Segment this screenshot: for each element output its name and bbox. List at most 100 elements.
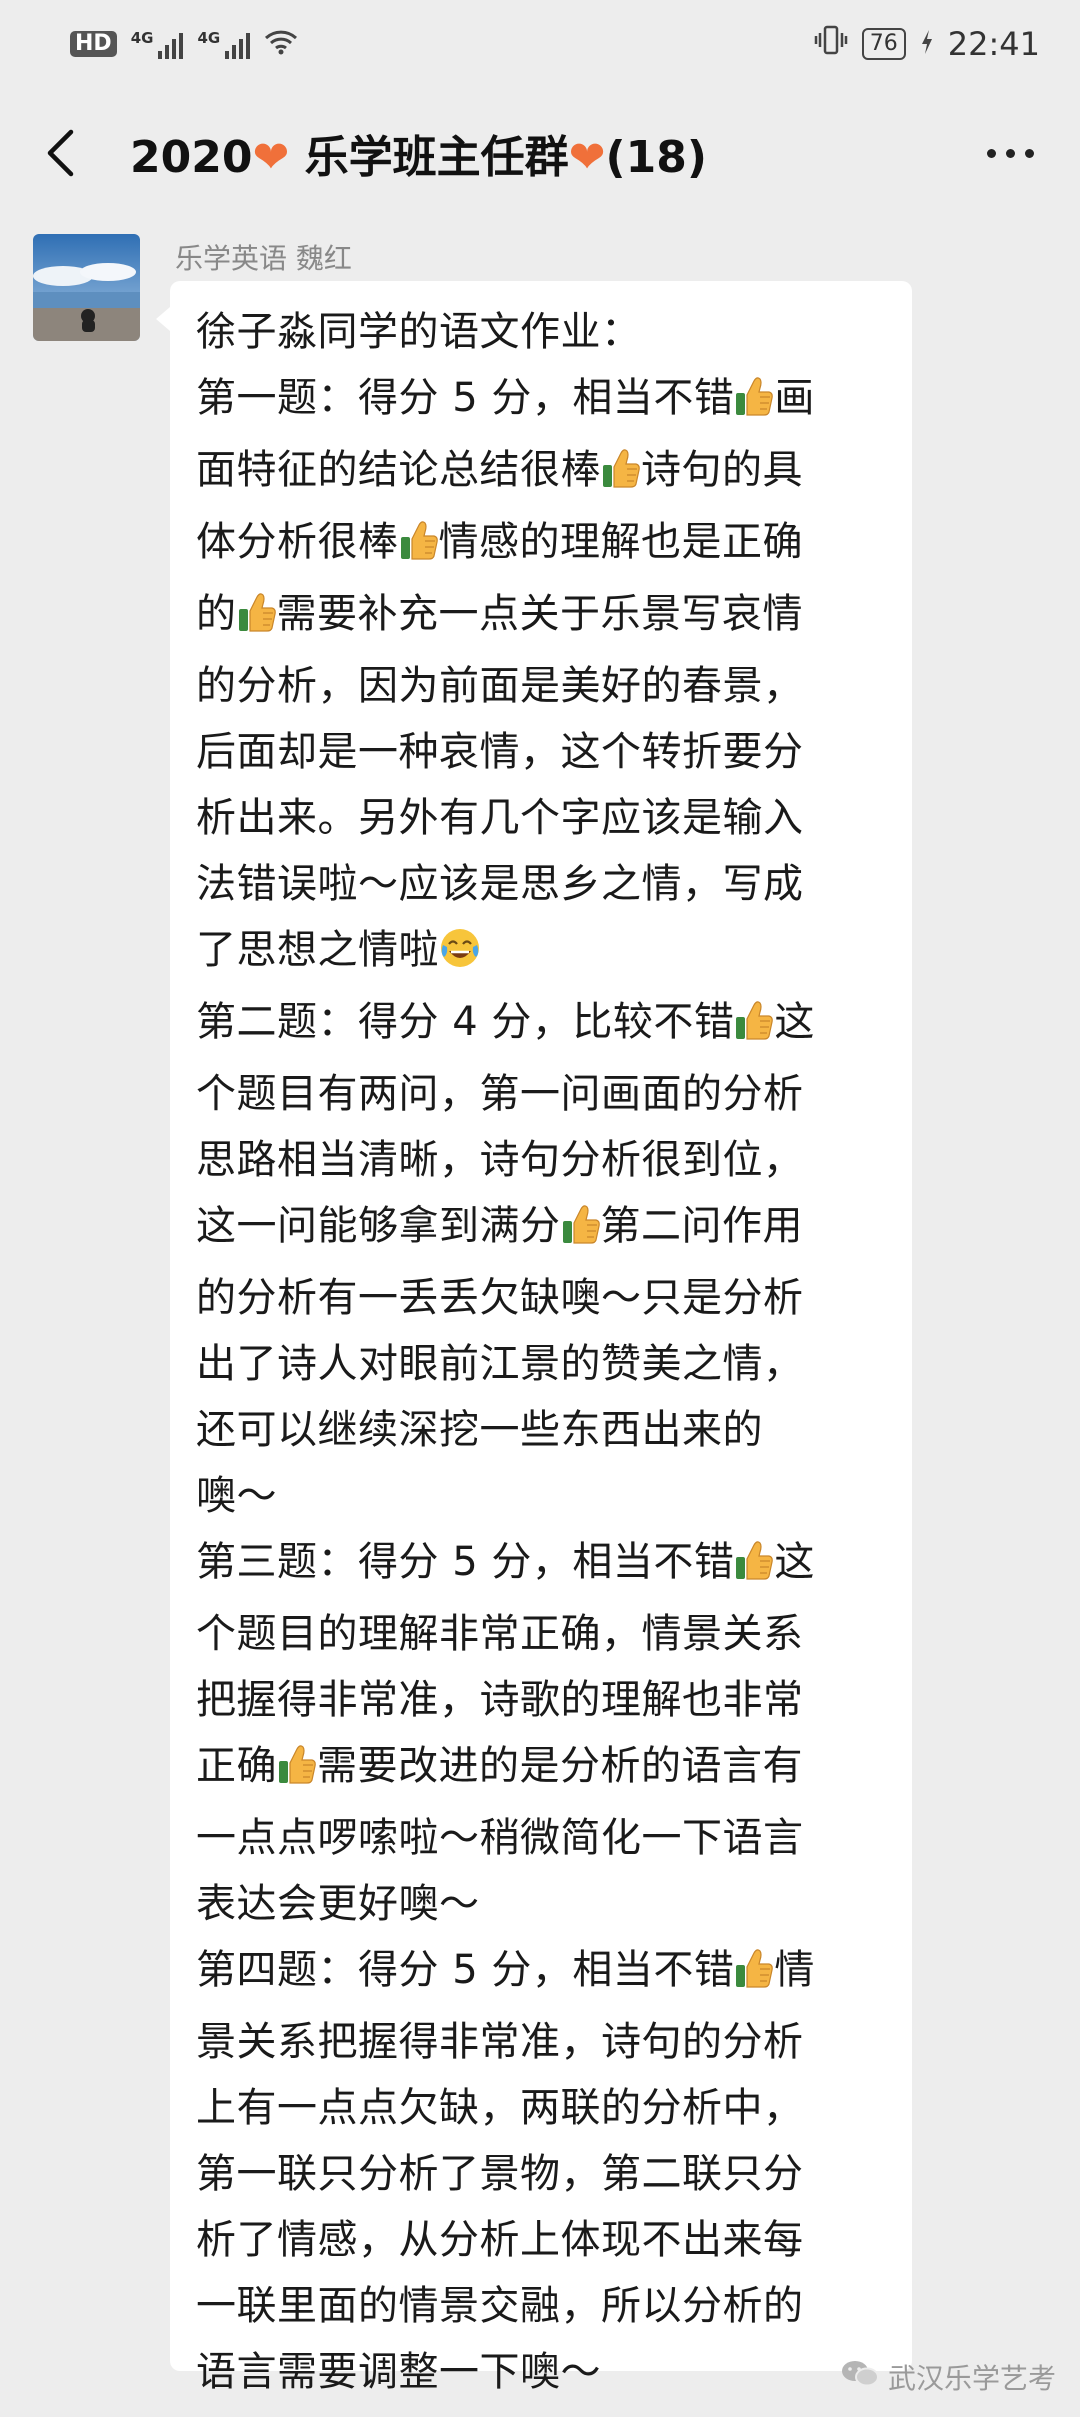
message-line: 徐子淼同学的语文作业： — [196, 299, 888, 365]
tears-of-joy-icon — [439, 923, 481, 989]
chat-header: 2020❤ 乐学班主任群❤(18) — [0, 88, 1080, 218]
message-text-segment: 的 — [196, 591, 237, 637]
message-line: 第一题：得分 5 分，相当不错画 — [196, 365, 888, 437]
status-left: HD 4G 4G — [70, 25, 298, 63]
sim1-label: 4G — [130, 29, 154, 47]
clock: 22:41 — [947, 25, 1040, 63]
title-group-name: 乐学班主任群 — [289, 132, 569, 183]
message-text-segment: 面特征的结论总结很棒 — [196, 447, 601, 493]
message-text-segment: 析了情感，从分析上体现不出来每 — [196, 2217, 804, 2263]
message-text-segment: 的分析，因为前面是美好的春景， — [196, 663, 804, 709]
message-bubble[interactable]: 徐子淼同学的语文作业： 第一题：得分 5 分，相当不错画面特征的结论总结很棒 诗句的… — [156, 281, 912, 2395]
message-text-segment: 景关系把握得非常准，诗句的分析 — [196, 2019, 804, 2065]
thumbs-up-icon — [399, 515, 439, 581]
sim2-label: 4G — [197, 29, 221, 47]
message-text-segment: 语言需要调整一下噢～ — [196, 2349, 601, 2395]
message-text-segment: 噢～ — [196, 1473, 277, 1519]
hd-badge: HD — [70, 31, 117, 57]
message-text-segment: 第三题：得分 5 分，相当不错 — [196, 1539, 735, 1585]
battery-level: 76 — [869, 31, 898, 56]
status-right: 76 22:41 — [814, 23, 1040, 65]
message-text-segment: 第一题：得分 5 分，相当不错 — [196, 375, 735, 421]
message-text-segment: 这 — [774, 1539, 815, 1585]
heart-icon: ❤ — [252, 132, 290, 183]
message-line: 析了情感，从分析上体现不出来每 — [196, 2207, 888, 2273]
message-text: 徐子淼同学的语文作业： 第一题：得分 5 分，相当不错画面特征的结论总结很棒 诗句的… — [196, 299, 888, 2405]
more-options-icon[interactable] — [970, 123, 1050, 183]
message-text-segment: 一联里面的情景交融，所以分析的 — [196, 2283, 804, 2329]
message-line: 的分析，因为前面是美好的春景， — [196, 653, 888, 719]
message-line: 这一问能够拿到满分 第二问作用 — [196, 1193, 888, 1265]
message-text-segment: 这 — [774, 999, 815, 1045]
message-line: 析出来。另外有几个字应该是输入 — [196, 785, 888, 851]
thumbs-up-icon — [734, 371, 774, 437]
message-line: 个题目的理解非常正确，情景关系 — [196, 1601, 888, 1667]
message-text-segment: 个题目有两问，第一问画面的分析 — [196, 1071, 804, 1117]
message-text-segment: 个题目的理解非常正确，情景关系 — [196, 1611, 804, 1657]
thumbs-up-icon — [237, 587, 277, 653]
wifi-icon — [264, 25, 298, 63]
message-line: 还可以继续深挖一些东西出来的 — [196, 1397, 888, 1463]
message-text-segment: 法错误啦～应该是思乡之情，写成 — [196, 861, 804, 907]
message-text-segment: 情 — [774, 1947, 815, 1993]
message-text-segment: 第二问作用 — [600, 1203, 803, 1249]
signal-icon: 4G — [131, 29, 184, 59]
watermark-text: 武汉乐学艺考 — [887, 2362, 1056, 2395]
thumbs-up-icon — [561, 1199, 601, 1265]
message-line: 第一联只分析了景物，第二联只分 — [196, 2141, 888, 2207]
message-text-segment: 诗句的具 — [641, 447, 803, 493]
watermark: 武汉乐学艺考 — [840, 2357, 1056, 2397]
status-bar: HD 4G 4G 76 22:41 — [0, 0, 1080, 88]
message-line: 上有一点点欠缺，两联的分析中， — [196, 2075, 888, 2141]
message-text-segment: 徐子淼同学的语文作业： — [196, 309, 642, 355]
message-line: 体分析很棒 情感的理解也是正确 — [196, 509, 888, 581]
message-text-segment: 一点点啰嗦啦～稍微简化一下语言 — [196, 1815, 804, 1861]
message-line: 表达会更好噢～ — [196, 1871, 888, 1937]
thumbs-up-icon — [601, 443, 641, 509]
message-text-segment: 后面却是一种哀情，这个转折要分 — [196, 729, 804, 775]
message-text-segment: 体分析很棒 — [196, 519, 399, 565]
message-line: 噢～ — [196, 1463, 888, 1529]
message-line: 面特征的结论总结很棒 诗句的具 — [196, 437, 888, 509]
message-line: 第三题：得分 5 分，相当不错这 — [196, 1529, 888, 1601]
thumbs-up-icon — [734, 1943, 774, 2009]
message-line: 景关系把握得非常准，诗句的分析 — [196, 2009, 888, 2075]
message-line: 一联里面的情景交融，所以分析的 — [196, 2273, 888, 2339]
chat-title: 2020❤ 乐学班主任群❤(18) — [130, 121, 707, 185]
signal-icon: 4G — [197, 29, 251, 59]
message-text-segment: 第一联只分析了景物，第二联只分 — [196, 2151, 804, 2197]
message-line: 语言需要调整一下噢～ — [196, 2339, 888, 2405]
sender-name: 乐学英语 魏红 — [175, 242, 352, 275]
message-line: 第四题：得分 5 分，相当不错情 — [196, 1937, 888, 2009]
wechat-icon — [840, 2358, 880, 2397]
heart-icon: ❤ — [568, 132, 606, 183]
message-text-segment: 需要补充一点关于乐景写哀情 — [276, 591, 803, 637]
message-text-segment: 画 — [774, 375, 815, 421]
message-line: 后面却是一种哀情，这个转折要分 — [196, 719, 888, 785]
message-line: 把握得非常准，诗歌的理解也非常 — [196, 1667, 888, 1733]
thumbs-up-icon — [734, 995, 774, 1061]
message-line: 个题目有两问，第一问画面的分析 — [196, 1061, 888, 1127]
message-line: 一点点啰嗦啦～稍微简化一下语言 — [196, 1805, 888, 1871]
message-text-segment: 需要改进的是分析的语言有 — [317, 1743, 803, 1789]
title-member-count: (18) — [605, 132, 707, 183]
charging-icon — [920, 25, 934, 63]
message-line: 出了诗人对眼前江景的赞美之情， — [196, 1331, 888, 1397]
message-line: 的需要补充一点关于乐景写哀情 — [196, 581, 888, 653]
message-text-segment: 析出来。另外有几个字应该是输入 — [196, 795, 804, 841]
message-text-segment: 还可以继续深挖一些东西出来的 — [196, 1407, 763, 1453]
avatar[interactable] — [33, 234, 140, 341]
back-icon[interactable] — [30, 123, 90, 183]
message-line: 第二题：得分 4 分，比较不错这 — [196, 989, 888, 1061]
message-text-segment: 情感的理解也是正确 — [438, 519, 803, 565]
vibrate-icon — [814, 23, 848, 65]
thumbs-up-icon — [277, 1739, 317, 1805]
message-line: 的分析有一丢丢欠缺噢～只是分析 — [196, 1265, 888, 1331]
message-line: 了思想之情啦 — [196, 917, 888, 989]
message-text-segment: 思路相当清晰，诗句分析很到位， — [196, 1137, 804, 1183]
message-line: 法错误啦～应该是思乡之情，写成 — [196, 851, 888, 917]
message-text-segment: 这一问能够拿到满分 — [196, 1203, 561, 1249]
message-text-segment: 把握得非常准，诗歌的理解也非常 — [196, 1677, 804, 1723]
message-text-segment: 第四题：得分 5 分，相当不错 — [196, 1947, 735, 1993]
title-year: 2020 — [130, 132, 253, 183]
